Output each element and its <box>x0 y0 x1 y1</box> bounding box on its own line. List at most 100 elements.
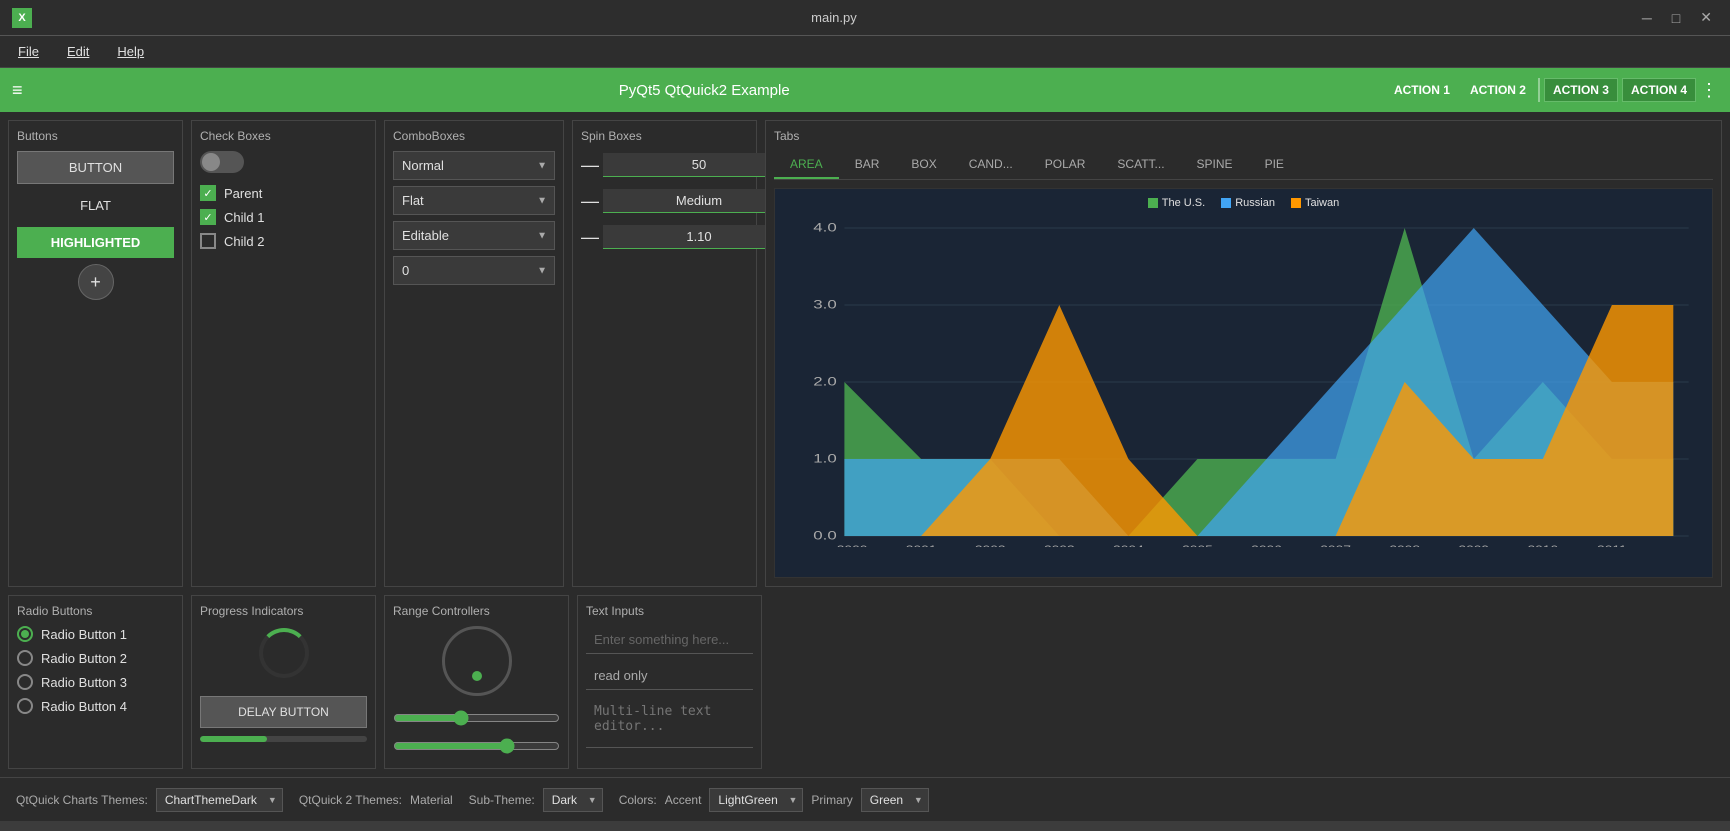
svg-text:2010: 2010 <box>1527 543 1558 547</box>
qtquick-charts-select[interactable]: ChartThemeDark <box>156 788 283 812</box>
svg-text:2.0: 2.0 <box>813 375 836 388</box>
svg-text:3.0: 3.0 <box>813 298 836 311</box>
action1-button[interactable]: ACTION 1 <box>1386 79 1458 101</box>
checkmark-icon: ✓ <box>203 187 212 200</box>
spin-box-2: — + <box>581 187 748 215</box>
dial[interactable] <box>442 626 512 696</box>
svg-text:2009: 2009 <box>1458 543 1489 547</box>
checkbox-parent-box: ✓ <box>200 185 216 201</box>
combo-normal[interactable]: Normal <box>393 151 555 180</box>
subtheme-select[interactable]: Dark <box>543 788 603 812</box>
spin-box-3: — + <box>581 223 748 251</box>
title-bar: X main.py ─ □ ✕ <box>0 0 1730 36</box>
range-slider-1[interactable] <box>393 710 560 726</box>
svg-text:2003: 2003 <box>1044 543 1075 547</box>
delay-button[interactable]: DELAY BUTTON <box>200 696 367 728</box>
combo-flat[interactable]: Flat <box>393 186 555 215</box>
button-highlighted[interactable]: HIGHLIGHTED <box>17 227 174 258</box>
button-add[interactable]: + <box>78 264 114 300</box>
svg-text:2000: 2000 <box>837 543 868 547</box>
radio-circle-3 <box>17 674 33 690</box>
combo-flat-wrapper: Flat <box>393 186 555 215</box>
progress-section-title: Progress Indicators <box>200 604 367 618</box>
hamburger-icon[interactable]: ≡ <box>12 80 23 101</box>
button-normal[interactable]: BUTTON <box>17 151 174 184</box>
tab-area[interactable]: AREA <box>774 151 839 179</box>
text-section-title: Text Inputs <box>586 604 753 618</box>
top-panels-row: Buttons BUTTON FLAT HIGHLIGHTED + Check … <box>0 112 1730 595</box>
combo-zero[interactable]: 0 <box>393 256 555 285</box>
button-flat[interactable]: FLAT <box>17 190 174 221</box>
bottom-panels-row: Radio Buttons Radio Button 1 Radio Butto… <box>0 595 1730 777</box>
checkbox-child1-box: ✓ <box>200 209 216 225</box>
toggle-knob <box>202 153 220 171</box>
checkbox-parent-label: Parent <box>224 186 262 201</box>
checkbox-child2-box <box>200 233 216 249</box>
tab-box[interactable]: BOX <box>895 151 952 179</box>
legend-us: The U.S. <box>1148 197 1205 209</box>
toolbar-right: ACTION 1 ACTION 2 ACTION 3 ACTION 4 ⋮ <box>1386 78 1718 102</box>
radio-item-2[interactable]: Radio Button 2 <box>17 650 174 666</box>
spin3-minus[interactable]: — <box>581 223 599 251</box>
spin1-minus[interactable]: — <box>581 151 599 179</box>
range-slider-2[interactable] <box>393 738 560 754</box>
svg-text:2007: 2007 <box>1320 543 1351 547</box>
svg-text:2005: 2005 <box>1182 543 1213 547</box>
range-section-title: Range Controllers <box>393 604 560 618</box>
edit-menu[interactable]: Edit <box>61 40 95 63</box>
checkbox-child2[interactable]: Child 2 <box>200 233 367 249</box>
spin2-minus[interactable]: — <box>581 187 599 215</box>
toggle-switch[interactable] <box>200 151 244 173</box>
minimize-button[interactable]: ─ <box>1636 8 1658 28</box>
text-area[interactable] <box>586 698 753 748</box>
svg-text:2008: 2008 <box>1389 543 1420 547</box>
combo-editable[interactable]: Editable <box>393 221 555 250</box>
title-bar-controls: ─ □ ✕ <box>1636 7 1718 28</box>
action4-button[interactable]: ACTION 4 <box>1622 78 1696 102</box>
svg-text:1.0: 1.0 <box>813 452 836 465</box>
radio-item-3[interactable]: Radio Button 3 <box>17 674 174 690</box>
qtquick-charts-label: QtQuick Charts Themes: <box>16 793 148 807</box>
text-input-1[interactable] <box>586 626 753 654</box>
checkmark-icon: ✓ <box>203 211 212 224</box>
accent-select[interactable]: LightGreen <box>709 788 803 812</box>
checkbox-parent[interactable]: ✓ Parent <box>200 185 367 201</box>
main-content: Buttons BUTTON FLAT HIGHLIGHTED + Check … <box>0 112 1730 777</box>
progress-panel: Progress Indicators DELAY BUTTON <box>191 595 376 769</box>
radio-inner-1 <box>21 630 29 638</box>
radio-label-2: Radio Button 2 <box>41 651 127 666</box>
svg-text:2001: 2001 <box>906 543 937 547</box>
more-icon[interactable]: ⋮ <box>1700 80 1718 101</box>
action3-button[interactable]: ACTION 3 <box>1544 78 1618 102</box>
tab-spine[interactable]: SPINE <box>1181 151 1249 179</box>
svg-text:2004: 2004 <box>1113 543 1144 547</box>
toolbar-title: PyQt5 QtQuick2 Example <box>23 82 1386 99</box>
radio-label-4: Radio Button 4 <box>41 699 127 714</box>
svg-text:2006: 2006 <box>1251 543 1282 547</box>
progress-bar-fill <box>200 736 267 742</box>
action2-button[interactable]: ACTION 2 <box>1462 79 1534 101</box>
spinboxes-panel: Spin Boxes — + — + — + <box>572 120 757 587</box>
qtquick2-group: QtQuick 2 Themes: Material <box>299 793 453 807</box>
svg-text:2011: 2011 <box>1597 543 1627 547</box>
tab-pie[interactable]: PIE <box>1249 151 1300 179</box>
tab-scatter[interactable]: SCATT... <box>1101 151 1180 179</box>
subtheme-select-wrapper: Dark <box>543 788 603 812</box>
help-menu[interactable]: Help <box>111 40 150 63</box>
maximize-button[interactable]: □ <box>1666 8 1686 28</box>
close-button[interactable]: ✕ <box>1694 7 1718 28</box>
radio-item-4[interactable]: Radio Button 4 <box>17 698 174 714</box>
chart-tabs: AREA BAR BOX CAND... POLAR SCATT... SPIN… <box>774 151 1713 180</box>
legend-russia-dot <box>1221 198 1231 208</box>
subtheme-label: Sub-Theme: <box>469 793 535 807</box>
primary-select[interactable]: Green <box>861 788 929 812</box>
text-panel: Text Inputs <box>577 595 762 769</box>
checkbox-child1[interactable]: ✓ Child 1 <box>200 209 367 225</box>
radio-item-1[interactable]: Radio Button 1 <box>17 626 174 642</box>
legend-russia-label: Russian <box>1235 197 1275 209</box>
tab-bar[interactable]: BAR <box>839 151 896 179</box>
tab-polar[interactable]: POLAR <box>1029 151 1102 179</box>
file-menu[interactable]: File <box>12 40 45 63</box>
tab-candle[interactable]: CAND... <box>953 151 1029 179</box>
app-icon: X <box>12 8 32 28</box>
